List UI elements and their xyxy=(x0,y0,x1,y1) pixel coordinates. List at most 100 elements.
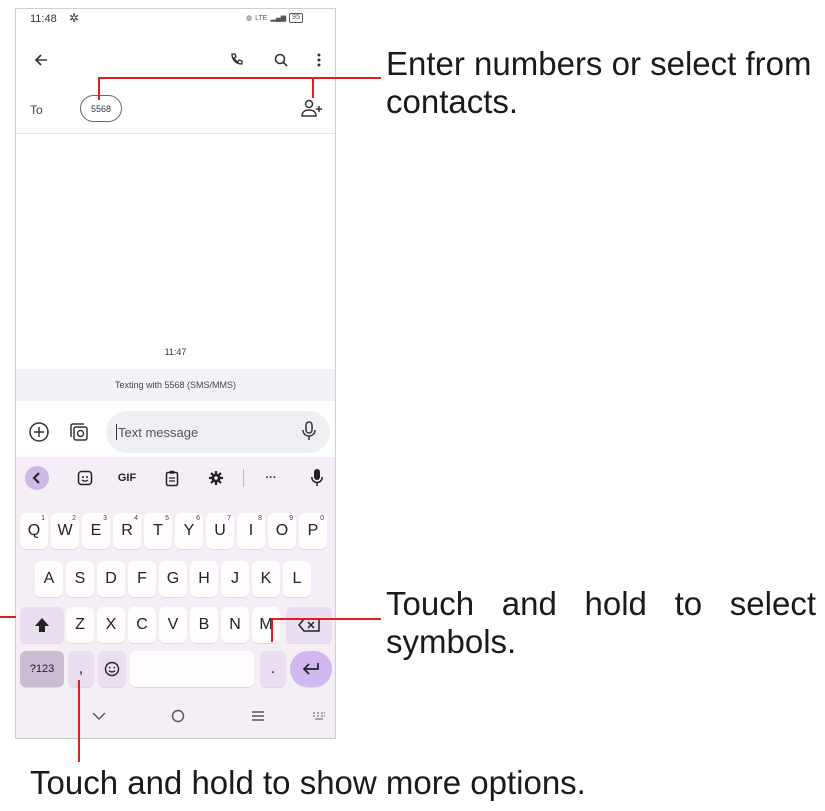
callout-line xyxy=(78,680,80,762)
settings-icon[interactable] xyxy=(204,466,228,490)
emoji-key[interactable] xyxy=(98,651,126,687)
callout-line xyxy=(0,616,16,618)
key-label: W xyxy=(57,522,73,539)
shift-key[interactable] xyxy=(20,607,64,643)
key-i[interactable]: I8 xyxy=(237,513,265,549)
arrow-left-icon[interactable] xyxy=(30,49,52,71)
key-hint: 3 xyxy=(103,515,107,522)
key-f[interactable]: F xyxy=(128,561,156,597)
key-label: Q xyxy=(27,522,41,539)
emoji-icon xyxy=(104,661,120,677)
phone-icon[interactable] xyxy=(226,49,248,71)
symbols-callout: Touch and hold to select symbols. xyxy=(386,585,816,660)
key-label: O xyxy=(275,522,289,539)
clipboard-icon[interactable] xyxy=(160,466,184,490)
status-bar: 11:48 ✲ ◍ LTE ▂▄▆ 95 xyxy=(16,9,335,31)
key-hint: 8 xyxy=(258,515,262,522)
more-icon[interactable]: ··· xyxy=(259,466,283,490)
key-n[interactable]: N xyxy=(221,607,249,643)
menu-icon[interactable] xyxy=(247,706,269,726)
search-icon[interactable] xyxy=(270,49,292,71)
callout-line xyxy=(271,618,381,620)
keyboard: GIF ··· Q1 W2 E3 R4 T5 Y6 U7 I8 O9 P0 A … xyxy=(16,457,335,692)
compose-bar: Text message xyxy=(16,410,335,454)
key-k[interactable]: K xyxy=(252,561,280,597)
key-hint: 4 xyxy=(134,515,138,522)
gif-button[interactable]: GIF xyxy=(115,466,139,490)
gallery-icon[interactable] xyxy=(68,421,90,443)
more-vert-icon[interactable] xyxy=(308,49,330,71)
key-q[interactable]: Q1 xyxy=(20,513,48,549)
key-p[interactable]: P0 xyxy=(299,513,327,549)
key-a[interactable]: A xyxy=(35,561,63,597)
add-circle-icon[interactable] xyxy=(28,421,50,443)
callout-line xyxy=(98,77,100,100)
home-icon[interactable] xyxy=(167,706,189,726)
key-c[interactable]: C xyxy=(128,607,156,643)
key-s[interactable]: S xyxy=(66,561,94,597)
key-x[interactable]: X xyxy=(97,607,125,643)
key-d[interactable]: D xyxy=(97,561,125,597)
key-v[interactable]: V xyxy=(159,607,187,643)
battery-icon: 95 xyxy=(289,13,303,23)
recipient-row: To 5568 xyxy=(16,91,335,127)
key-label: I xyxy=(248,522,254,539)
conversation-timestamp: 11:47 xyxy=(164,347,187,357)
texting-with-banner: Texting with 5568 (SMS/MMS) xyxy=(16,369,335,401)
key-hint: 9 xyxy=(289,515,293,522)
key-w[interactable]: W2 xyxy=(51,513,79,549)
key-o[interactable]: O9 xyxy=(268,513,296,549)
callout-line xyxy=(312,77,314,98)
key-h[interactable]: H xyxy=(190,561,218,597)
key-label: Y xyxy=(183,522,195,539)
message-input[interactable]: Text message xyxy=(106,411,330,453)
key-g[interactable]: G xyxy=(159,561,187,597)
enter-icon xyxy=(302,663,319,675)
network-label: LTE xyxy=(255,14,268,22)
comma-key[interactable]: , xyxy=(68,651,94,687)
nfc-icon: ◍ xyxy=(246,15,253,22)
key-label: R xyxy=(121,522,133,539)
key-y[interactable]: Y6 xyxy=(175,513,203,549)
recipient-chip[interactable]: 5568 xyxy=(80,95,122,122)
key-l[interactable]: L xyxy=(283,561,311,597)
backspace-icon xyxy=(298,618,320,632)
key-m[interactable]: M xyxy=(252,607,280,643)
key-label: E xyxy=(90,522,102,539)
person-add-icon[interactable] xyxy=(300,98,324,120)
key-label: P xyxy=(307,522,319,539)
keyboard-switch-icon[interactable] xyxy=(308,706,330,726)
period-key[interactable]: . xyxy=(260,651,286,687)
key-z[interactable]: Z xyxy=(66,607,94,643)
callout-line xyxy=(271,618,273,642)
sticker-icon[interactable] xyxy=(73,466,97,490)
options-callout: Touch and hold to show more options. xyxy=(30,764,586,801)
header-divider xyxy=(16,133,335,134)
signal-icon: ▂▄▆ xyxy=(270,15,287,22)
key-r[interactable]: R4 xyxy=(113,513,141,549)
app-toolbar xyxy=(16,45,335,75)
key-hint: 1 xyxy=(41,515,45,522)
mic-icon[interactable] xyxy=(302,421,316,446)
spacebar[interactable] xyxy=(130,651,254,687)
key-t[interactable]: T5 xyxy=(144,513,172,549)
message-placeholder: Text message xyxy=(115,424,199,440)
status-time: 11:48 xyxy=(30,13,57,25)
key-hint: 0 xyxy=(320,515,324,522)
key-j[interactable]: J xyxy=(221,561,249,597)
key-hint: 7 xyxy=(227,515,231,522)
chevron-left-icon[interactable] xyxy=(25,466,49,490)
key-b[interactable]: B xyxy=(190,607,218,643)
symbols-key[interactable]: ?123 xyxy=(20,651,64,687)
key-u[interactable]: U7 xyxy=(206,513,234,549)
key-hint: 6 xyxy=(196,515,200,522)
keyboard-toolbar: GIF ··· xyxy=(16,464,335,492)
phone-screen: 11:48 ✲ ◍ LTE ▂▄▆ 95 To 5568 11:47 Texti… xyxy=(15,8,336,739)
to-label: To xyxy=(30,103,43,117)
contacts-callout: Enter numbers or select from contacts. xyxy=(386,45,812,120)
chevron-down-icon[interactable] xyxy=(88,706,110,726)
backspace-key[interactable] xyxy=(286,607,332,643)
voice-input-icon[interactable] xyxy=(305,466,329,490)
key-e[interactable]: E3 xyxy=(82,513,110,549)
enter-key[interactable] xyxy=(290,651,332,687)
